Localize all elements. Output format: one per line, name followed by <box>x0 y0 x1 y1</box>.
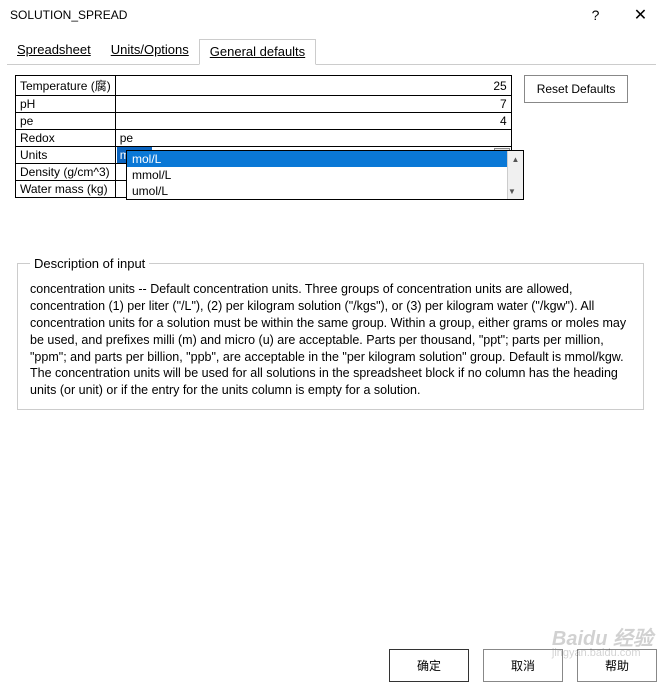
help-button[interactable]: 帮助 <box>577 649 657 682</box>
row-temperature: Temperature (腐) 25 <box>16 76 512 96</box>
units-dropdown: mol/L mmol/L umol/L ▲ ▼ <box>126 150 524 200</box>
temperature-label: Temperature (腐) <box>16 76 116 96</box>
tab-content: Temperature (腐) 25 pH 7 pe 4 Redox pe Un… <box>7 64 656 410</box>
titlebar: SOLUTION_SPREAD ? ✕ <box>0 0 663 30</box>
dropdown-item-mol-l[interactable]: mol/L <box>127 151 523 167</box>
pe-field[interactable]: 4 <box>115 113 511 130</box>
redox-field[interactable]: pe <box>115 130 511 147</box>
description-text: concentration units -- Default concentra… <box>30 281 631 399</box>
dropdown-item-umol-l[interactable]: umol/L <box>127 183 523 199</box>
description-legend: Description of input <box>30 256 149 271</box>
close-icon[interactable]: ✕ <box>618 0 663 30</box>
help-icon[interactable]: ? <box>573 0 618 30</box>
tab-general-defaults[interactable]: General defaults <box>199 39 316 65</box>
description-fieldset: Description of input concentration units… <box>17 256 644 410</box>
reset-defaults-button[interactable]: Reset Defaults <box>524 75 629 103</box>
redox-label: Redox <box>16 130 116 147</box>
tab-bar: Spreadsheet Units/Options General defaul… <box>7 38 656 64</box>
density-label: Density (g/cm^3) <box>16 164 116 181</box>
row-redox: Redox pe <box>16 130 512 147</box>
tab-units-options[interactable]: Units/Options <box>101 38 199 64</box>
window-title: SOLUTION_SPREAD <box>10 8 127 22</box>
cancel-button[interactable]: 取消 <box>483 649 563 682</box>
ph-field[interactable]: 7 <box>115 96 511 113</box>
row-pe: pe 4 <box>16 113 512 130</box>
ok-button[interactable]: 确定 <box>389 649 469 682</box>
water-mass-label: Water mass (kg) <box>16 181 116 198</box>
tab-spreadsheet[interactable]: Spreadsheet <box>7 38 101 64</box>
dropdown-item-mmol-l[interactable]: mmol/L <box>127 167 523 183</box>
row-ph: pH 7 <box>16 96 512 113</box>
ph-label: pH <box>16 96 116 113</box>
dialog-buttons: 确定 取消 帮助 <box>389 649 657 682</box>
units-label: Units <box>16 147 116 164</box>
scroll-down-icon[interactable]: ▼ <box>508 183 516 199</box>
scroll-up-icon[interactable]: ▲ <box>508 151 523 167</box>
temperature-field[interactable]: 25 <box>115 76 511 96</box>
pe-label: pe <box>16 113 116 130</box>
window-controls: ? ✕ <box>573 0 663 30</box>
dropdown-scrollbar[interactable]: ▲ ▼ <box>507 151 523 199</box>
